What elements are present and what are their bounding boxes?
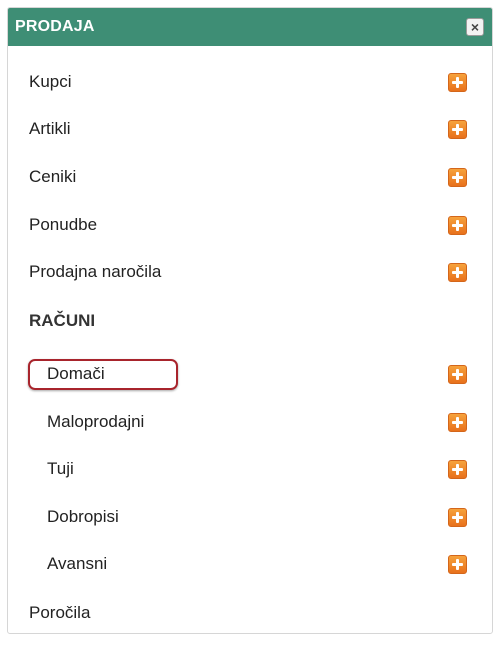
menu-item-dobropisi[interactable]: Dobropisi bbox=[8, 502, 492, 532]
menu-item-ponudbe[interactable]: Ponudbe bbox=[8, 210, 492, 240]
menu-item-label: Kupci bbox=[29, 72, 72, 91]
section-title-racuni: RAČUNI bbox=[29, 311, 96, 330]
menu-item-label: Domači bbox=[47, 364, 105, 383]
panel-title: PRODAJA bbox=[15, 18, 95, 35]
menu-item-prodajna-narocila[interactable]: Prodajna naročila bbox=[8, 257, 492, 287]
plus-icon[interactable] bbox=[448, 554, 467, 574]
plus-icon[interactable] bbox=[448, 72, 467, 92]
menu-item-label: Ponudbe bbox=[29, 215, 98, 234]
menu-item-porocila[interactable]: Poročila bbox=[8, 598, 492, 628]
menu-item-label: Artikli bbox=[29, 119, 71, 138]
menu-item-label: Poročila bbox=[29, 603, 91, 622]
plus-icon[interactable] bbox=[448, 262, 467, 282]
menu-item-label: Maloprodajni bbox=[47, 412, 145, 431]
menu-item-artikli[interactable]: Artikli bbox=[8, 114, 492, 144]
plus-icon[interactable] bbox=[448, 459, 467, 479]
menu-item-domaci[interactable]: Domači bbox=[8, 359, 492, 389]
menu-item-maloprodajni[interactable]: Maloprodajni bbox=[8, 407, 492, 437]
prodaja-panel: PRODAJA × Kupci Artikli Ceniki Ponudbe P… bbox=[7, 7, 493, 634]
menu-item-tuji[interactable]: Tuji bbox=[8, 454, 492, 484]
close-button[interactable]: × bbox=[466, 18, 484, 36]
plus-icon[interactable] bbox=[448, 167, 467, 187]
menu-item-label: Prodajna naročila bbox=[29, 262, 162, 281]
menu-item-avansni[interactable]: Avansni bbox=[8, 549, 492, 579]
close-icon: × bbox=[470, 19, 480, 35]
menu-item-kupci[interactable]: Kupci bbox=[8, 67, 492, 97]
menu-item-label: Tuji bbox=[47, 459, 74, 478]
panel-header: PRODAJA × bbox=[8, 8, 492, 46]
menu-item-ceniki[interactable]: Ceniki bbox=[8, 162, 492, 192]
menu-item-label: Dobropisi bbox=[47, 507, 119, 526]
plus-icon[interactable] bbox=[448, 412, 467, 432]
menu-item-label: Ceniki bbox=[29, 167, 77, 186]
plus-icon[interactable] bbox=[448, 119, 467, 139]
menu-item-label: Avansni bbox=[47, 554, 108, 573]
plus-icon[interactable] bbox=[448, 364, 467, 384]
plus-icon[interactable] bbox=[448, 507, 467, 527]
plus-icon[interactable] bbox=[448, 215, 467, 235]
